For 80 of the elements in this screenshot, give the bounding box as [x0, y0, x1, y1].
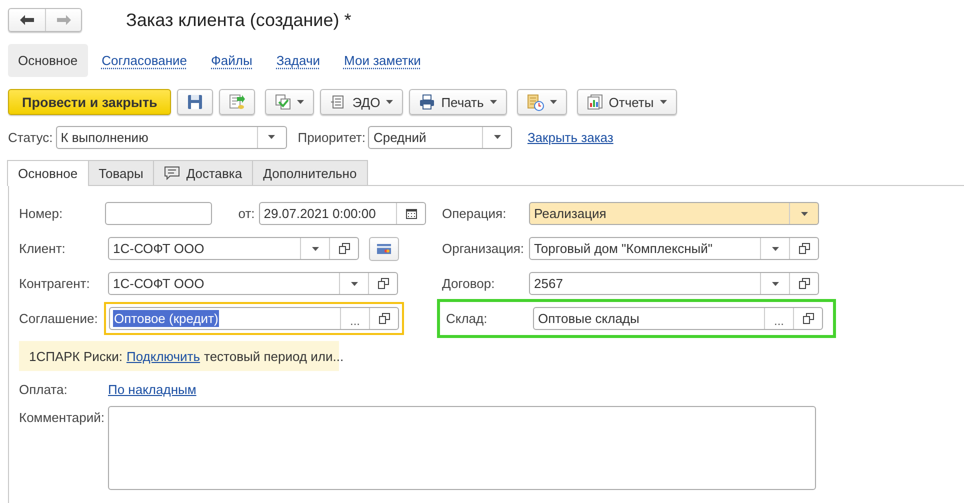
speech-bubble-icon: [164, 166, 180, 180]
tab[interactable]: Товары: [88, 160, 154, 185]
reports-button[interactable]: Отчеты: [576, 89, 677, 115]
field-label: Склад:: [446, 311, 488, 326]
client-field[interactable]: 1С-СОФТ ООО: [108, 237, 359, 260]
calendar-icon: [406, 208, 416, 219]
caret-icon: [772, 246, 778, 250]
date-field[interactable]: 29.07.2021 0:00:00: [258, 202, 426, 225]
documents-icon: [275, 94, 292, 110]
edo-button[interactable]: ЭДО: [320, 89, 404, 115]
caret-icon: [350, 282, 358, 286]
field-label: от:: [238, 206, 255, 221]
document-clock-icon: [526, 94, 544, 110]
caret-icon: [386, 100, 394, 104]
priority-field[interactable]: Средний: [368, 126, 512, 148]
left-arrow-icon: [20, 15, 34, 25]
section-link[interactable]: Файлы: [201, 44, 262, 76]
number-field[interactable]: [104, 202, 212, 225]
windows-icon: [802, 313, 814, 324]
save-button[interactable]: [177, 89, 214, 115]
close-order-link[interactable]: Закрыть заказ: [527, 130, 614, 144]
section-link[interactable]: Задачи: [266, 44, 330, 76]
caret-icon: [550, 100, 557, 104]
window-title: Заказ клиента (создание) *: [126, 10, 352, 30]
field-label: Контрагент:: [19, 276, 91, 291]
caret-icon: [490, 100, 497, 104]
field-label: Номер:: [19, 206, 64, 221]
section-link[interactable]: Согласование: [92, 44, 198, 76]
windows-icon: [798, 243, 810, 254]
windows-icon: [338, 243, 350, 254]
organization-field[interactable]: Торговый дом "Комплексный": [529, 237, 819, 260]
field-label: Клиент:: [19, 241, 66, 256]
operation-field[interactable]: Реализация: [529, 202, 819, 225]
tab[interactable]: Доставка: [153, 160, 254, 185]
caret-icon: [297, 100, 304, 104]
caret-icon: [268, 135, 276, 139]
caret-icon: [800, 212, 808, 216]
card-icon: [377, 244, 391, 254]
windows-icon: [378, 278, 388, 289]
tab[interactable]: Основное: [7, 160, 89, 186]
banner-text: 1СПАРК Риски:: [29, 348, 122, 364]
connect-link[interactable]: Подключить: [126, 348, 200, 364]
windows-icon: [378, 313, 390, 324]
attach-button[interactable]: [516, 89, 567, 115]
tab[interactable]: Дополнительно: [252, 160, 368, 185]
field-label: Договор:: [442, 276, 496, 291]
status-label: Статус:: [8, 130, 53, 144]
priority-label: Приоритет:: [298, 130, 366, 144]
section-link[interactable]: Мои заметки: [334, 44, 431, 76]
contractor-field[interactable]: 1С-СОФТ ООО: [108, 272, 398, 295]
comment-field[interactable]: [108, 406, 816, 490]
select-button[interactable]: ...: [340, 308, 369, 329]
right-arrow-icon: [56, 15, 70, 25]
section-link[interactable]: Основное: [8, 44, 88, 76]
contract-field[interactable]: 2567: [529, 272, 819, 295]
payment-link[interactable]: По накладным: [108, 382, 196, 397]
report-chart-icon: [586, 94, 603, 110]
caret-icon: [312, 246, 318, 250]
print-button[interactable]: Печать: [409, 89, 507, 115]
document-arrow-icon: [229, 94, 246, 110]
banner-text: тестовый период или...: [204, 348, 344, 364]
printer-icon: [419, 94, 436, 110]
related-button[interactable]: [265, 89, 314, 115]
caret-icon: [660, 100, 667, 104]
agreement-field[interactable]: Оптовое (кредит) ...: [109, 307, 399, 330]
field-label: Соглашение:: [19, 311, 99, 326]
caret-icon: [494, 135, 501, 139]
card-button[interactable]: [369, 236, 399, 260]
select-button[interactable]: ...: [764, 308, 793, 329]
post-and-close-button[interactable]: Провести и закрыть: [8, 89, 172, 115]
field-label: Операция:: [442, 206, 508, 221]
status-field[interactable]: К выполнению: [56, 126, 287, 148]
warehouse-field[interactable]: Оптовые склады ...: [533, 307, 823, 330]
post-button[interactable]: [219, 89, 256, 115]
windows-icon: [798, 278, 810, 289]
field-label: Комментарий:: [19, 410, 106, 425]
document-lines-icon: [330, 94, 346, 110]
field-label: Оплата:: [19, 382, 68, 397]
field-label: Организация:: [442, 241, 526, 256]
caret-icon: [772, 282, 778, 286]
